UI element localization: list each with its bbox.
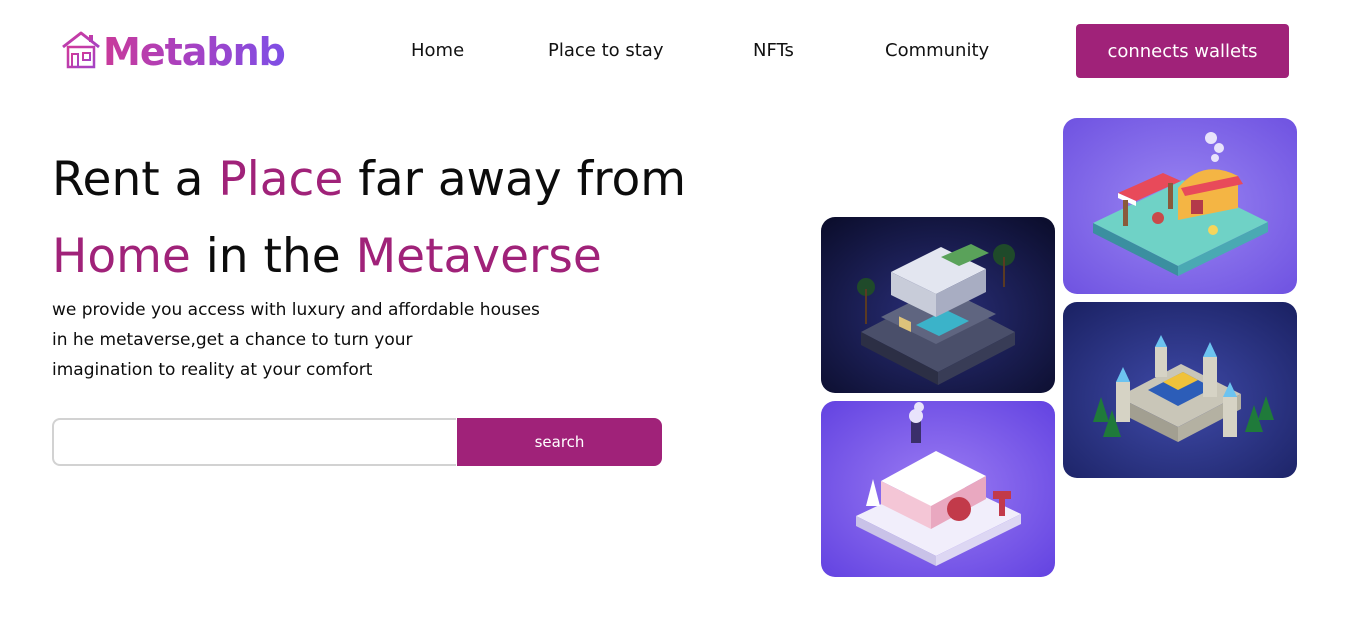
hero-description-line: imagination to reality at your comfort [52,360,373,380]
hero-description-line: we provide you access with luxury and af… [52,300,540,320]
nav-nfts[interactable]: NFTs [753,40,794,62]
connect-wallet-button[interactable]: connects wallets [1076,24,1289,78]
hero-headline-line-1: Rent a Place far away from [52,152,686,208]
gallery-image-castle [1063,302,1297,478]
headline-text: in the [190,229,356,284]
gallery-image-snowy-cottage [821,401,1055,577]
search-button[interactable]: search [457,418,662,466]
gallery-image-market-stall [1063,118,1297,294]
hero-headline-line-2: Home in the Metaverse [52,229,602,285]
headline-highlight-metaverse: Metaverse [355,229,602,284]
nav-home[interactable]: Home [411,40,464,62]
nav-place-to-stay[interactable]: Place to stay [548,40,664,62]
headline-highlight-home: Home [52,229,191,284]
search-input[interactable] [52,418,456,466]
brand-name: Metabnb [103,30,286,74]
headline-text: Rent a [52,152,219,207]
hero-description-line: in he metaverse,get a chance to turn you… [52,330,413,350]
nav-community[interactable]: Community [885,40,989,62]
headline-text: far away from [343,152,687,207]
brand-logo[interactable]: Metabnb [60,28,286,76]
headline-highlight-place: Place [218,152,344,207]
gallery-image-villa [821,217,1055,393]
house-logo-icon [60,28,102,76]
